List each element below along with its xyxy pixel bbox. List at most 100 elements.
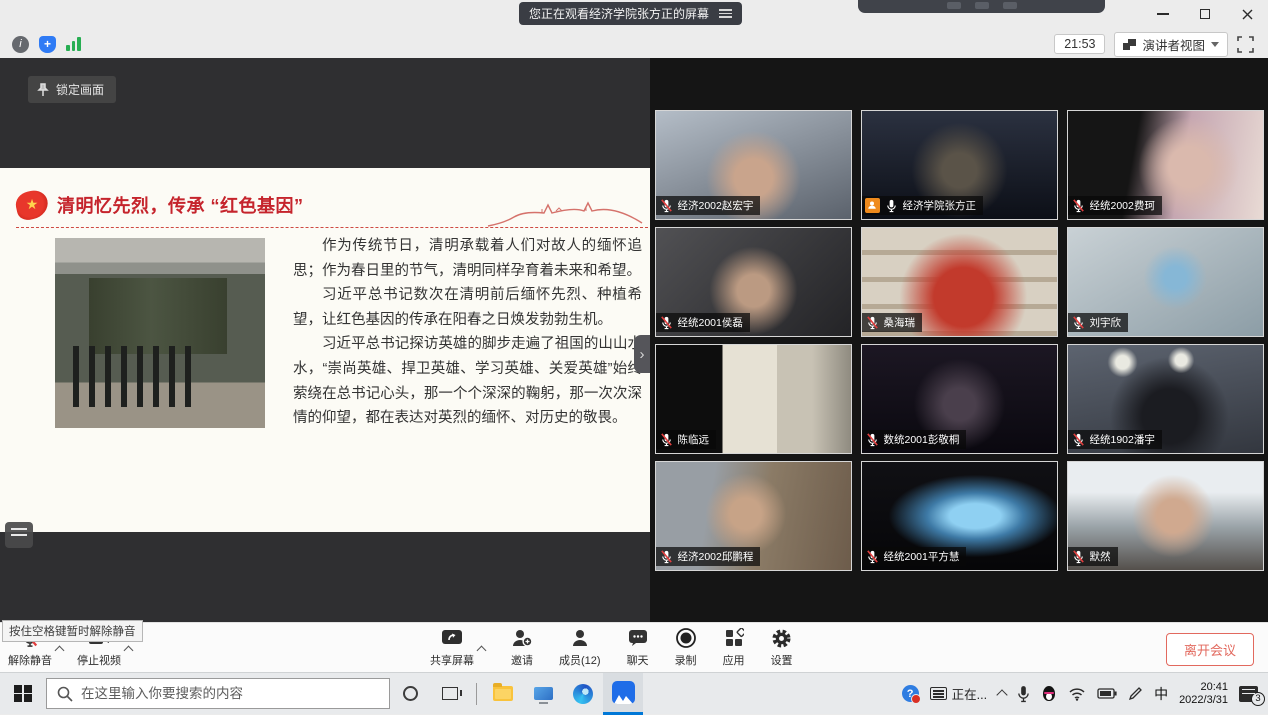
network-signal-icon	[66, 37, 81, 51]
taskbar-search[interactable]	[46, 678, 390, 709]
share-screen-button[interactable]: 共享屏幕	[430, 627, 474, 668]
participant-tile[interactable]: 经济学院张方正	[861, 110, 1058, 220]
battery-tray-icon[interactable]	[1097, 688, 1117, 699]
share-options-chevron[interactable]	[477, 646, 487, 656]
participant-label: 数统2001彭敬桐	[862, 430, 967, 449]
participant-tile[interactable]: 数统2001彭敬桐	[861, 344, 1058, 454]
folder-icon	[493, 686, 513, 701]
video-options-chevron[interactable]	[124, 646, 134, 656]
chevron-down-icon	[1211, 42, 1219, 47]
chat-label: 聊天	[627, 652, 649, 668]
chat-button[interactable]: 聊天	[627, 627, 649, 668]
pen-tray-icon[interactable]	[1128, 686, 1143, 701]
participant-tile[interactable]: 陈临远	[655, 344, 852, 454]
monitor-icon	[534, 687, 553, 700]
pin-view-button[interactable]: 锁定画面	[28, 76, 116, 103]
settings-button[interactable]: 设置	[771, 627, 793, 668]
members-icon	[570, 628, 590, 648]
fullscreen-button[interactable]	[1237, 36, 1254, 53]
participant-label: 经统2001侯磊	[656, 313, 750, 332]
slide-photo-memorial	[55, 238, 265, 428]
participant-name: 桑海瑞	[884, 315, 916, 330]
participant-tile[interactable]: 经统1902潘宇	[1067, 344, 1264, 454]
task-view-button[interactable]	[430, 673, 470, 715]
network-tray-icon[interactable]	[1068, 687, 1086, 701]
view-mode-label: 演讲者视图	[1142, 35, 1205, 54]
participant-label: 经济2002赵宏宇	[656, 196, 761, 215]
floating-controlbar-cutoff[interactable]	[858, 0, 1105, 13]
apps-button[interactable]: 应用	[723, 627, 745, 668]
share-screen-icon	[441, 629, 463, 647]
mic-muted-icon	[865, 315, 880, 330]
minimize-icon	[1157, 13, 1169, 15]
participant-name: 经统2001侯磊	[678, 315, 743, 330]
ime-indicator[interactable]: 中	[1154, 684, 1168, 704]
mic-muted-icon	[865, 549, 880, 564]
stop-video-label: 停止视频	[77, 652, 121, 668]
mic-options-chevron[interactable]	[55, 646, 65, 656]
slide-header: 清明忆先烈，传承 “红色基因”	[16, 182, 648, 228]
search-icon	[57, 686, 73, 702]
participant-name: 经统2002费珂	[1090, 198, 1155, 213]
collapse-panel-handle[interactable]: ›	[634, 335, 650, 373]
cortana-button[interactable]	[390, 673, 430, 715]
participant-tile[interactable]: 默然	[1067, 461, 1264, 571]
participant-name: 经济2002赵宏宇	[678, 198, 754, 213]
meeting-app-icon	[612, 681, 635, 704]
participant-tile[interactable]: 经统2001平方慧	[861, 461, 1058, 571]
watching-banner[interactable]: 您正在观看经济学院张方正的屏幕	[519, 2, 742, 25]
participant-tile[interactable]: 经统2002费珂	[1067, 110, 1264, 220]
banner-menu-icon[interactable]	[719, 9, 732, 18]
minimize-button[interactable]	[1142, 0, 1184, 28]
edge-icon	[573, 684, 593, 704]
taskbar-divider	[476, 683, 477, 705]
news-icon	[930, 687, 947, 700]
leave-meeting-button[interactable]: 离开会议	[1166, 633, 1254, 666]
invite-person-icon	[511, 628, 533, 648]
notification-center-button[interactable]: 3	[1239, 686, 1258, 702]
participant-label: 默然	[1068, 547, 1118, 566]
mic-muted-icon	[1071, 315, 1086, 330]
participant-tile[interactable]: 经济2002邱鹏程	[655, 461, 852, 571]
search-input[interactable]	[81, 679, 381, 708]
tray-expand-chevron[interactable]	[996, 689, 1007, 700]
participant-label: 刘宇欣	[1068, 313, 1129, 332]
pin-view-label: 锁定画面	[56, 81, 104, 98]
display-app-button[interactable]	[523, 673, 563, 715]
qq-tray-icon[interactable]	[1041, 685, 1057, 703]
file-explorer-button[interactable]	[483, 673, 523, 715]
record-button[interactable]: 录制	[675, 627, 697, 668]
unmute-label: 解除静音	[8, 652, 52, 668]
close-icon	[1242, 9, 1253, 20]
participant-label: 陈临远	[656, 430, 717, 449]
participant-tile[interactable]: 经统2001侯磊	[655, 227, 852, 337]
mic-muted-icon	[659, 432, 674, 447]
participant-video-grid: 经济2002赵宏宇 经济学院张方正 经统2002费珂 经统2001侯磊 桑海瑞 …	[650, 58, 1268, 622]
invite-button[interactable]: 邀请	[511, 627, 533, 668]
members-button[interactable]: 成员(12)	[559, 627, 601, 668]
annotation-list-button[interactable]	[5, 522, 33, 548]
participant-tile[interactable]: 桑海瑞	[861, 227, 1058, 337]
participant-tile[interactable]: 刘宇欣	[1067, 227, 1264, 337]
maximize-button[interactable]	[1184, 0, 1226, 28]
news-ticker[interactable]: 正在...	[930, 684, 987, 703]
edge-button[interactable]	[563, 673, 603, 715]
start-button[interactable]	[0, 673, 46, 715]
watching-banner-text: 您正在观看经济学院张方正的屏幕	[529, 5, 709, 22]
participant-label: 经济2002邱鹏程	[656, 547, 761, 566]
clock-time: 20:41	[1179, 681, 1228, 694]
participant-tile[interactable]: 经济2002赵宏宇	[655, 110, 852, 220]
window-controls	[1142, 0, 1268, 28]
taskbar-clock[interactable]: 20:41 2022/3/31	[1179, 681, 1228, 707]
view-mode-button[interactable]: 演讲者视图	[1114, 32, 1228, 57]
help-tray-icon[interactable]	[902, 685, 919, 702]
meeting-app-button[interactable]	[603, 673, 643, 715]
meeting-info-icon[interactable]	[12, 36, 29, 53]
tray-mic-icon[interactable]	[1017, 685, 1030, 703]
close-button[interactable]	[1226, 0, 1268, 28]
security-shield-icon[interactable]	[39, 36, 56, 53]
mic-on-icon	[884, 198, 899, 213]
settings-label: 设置	[771, 652, 793, 668]
mic-muted-icon	[659, 315, 674, 330]
task-view-icon	[442, 687, 458, 700]
